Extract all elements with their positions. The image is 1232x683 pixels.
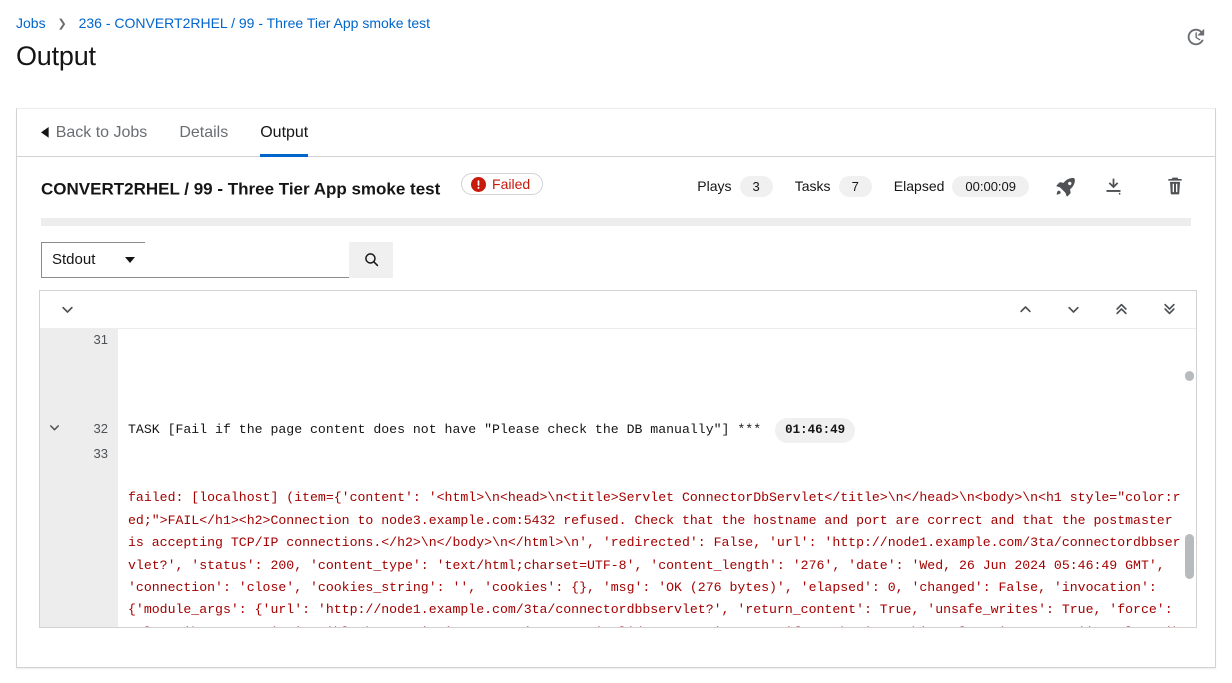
log-line-number: 32	[70, 418, 118, 443]
stat-plays-label: Plays	[697, 178, 732, 195]
log-row: 33 failed: [localhost] (item={'content':…	[40, 442, 1196, 627]
log-line-number: 33	[70, 442, 118, 627]
scroll-first-button[interactable]	[1108, 297, 1134, 321]
job-output-card: ◀ Back to Jobs Details Output CONVERT2RH…	[16, 108, 1216, 668]
stat-elapsed-value: 00:00:09	[952, 175, 1029, 197]
status-badge: Failed	[461, 173, 544, 195]
stat-elapsed: Elapsed 00:00:09	[893, 175, 1029, 197]
rocket-icon	[1056, 177, 1075, 197]
output-log-panel: 31 32 TASK [Fail if the page content doe…	[39, 289, 1197, 628]
log-line-number: 31	[70, 328, 118, 419]
log-line-text: failed: [localhost] (item={'content': '<…	[118, 443, 1196, 626]
job-progress-fill	[41, 217, 1191, 226]
chevron-down-icon	[50, 425, 60, 431]
output-log-toolbar	[40, 290, 1196, 329]
delete-job-button[interactable]	[1163, 174, 1187, 198]
page-title: Output	[16, 41, 96, 71]
job-summary-row: CONVERT2RHEL / 99 - Three Tier App smoke…	[17, 157, 1215, 212]
log-row: 32 TASK [Fail if the page content does n…	[40, 418, 1196, 443]
job-stats: Plays 3 Tasks 7 Elapsed 00:00:09	[675, 174, 1191, 198]
log-line-text	[118, 329, 1196, 419]
chevron-down-icon	[125, 256, 135, 263]
output-log-body[interactable]: 31 32 TASK [Fail if the page content doe…	[40, 328, 1196, 627]
scroll-previous-button[interactable]	[1012, 297, 1038, 321]
log-row-toggle[interactable]	[40, 418, 71, 443]
stat-elapsed-label: Elapsed	[893, 178, 945, 195]
expand-all-button[interactable]	[54, 297, 80, 321]
tab-bar: ◀ Back to Jobs Details Output	[17, 109, 1215, 157]
tab-back-to-jobs-label: Back to Jobs	[55, 123, 148, 141]
chevron-down-icon	[1067, 306, 1079, 313]
output-filter-select-value: Stdout	[52, 251, 96, 268]
stat-plays: Plays 3	[697, 175, 773, 197]
download-icon	[1106, 178, 1120, 195]
stat-tasks: Tasks 7	[794, 175, 872, 197]
scroll-next-button[interactable]	[1060, 297, 1086, 321]
stat-tasks-value: 7	[838, 175, 872, 197]
breadcrumb-item-jobs[interactable]: Jobs	[16, 15, 46, 31]
log-line-timestamp: 01:46:49	[775, 418, 856, 443]
log-row-toggle[interactable]	[40, 442, 71, 627]
search-input[interactable]	[145, 241, 349, 278]
log-scrollbar-thumb[interactable]	[1185, 533, 1194, 579]
page-header: Jobs ❯ 236 - CONVERT2RHEL / 99 - Three T…	[0, 0, 1232, 73]
log-scrollbar-thumb-top[interactable]	[1185, 370, 1194, 381]
output-log-table: 31 32 TASK [Fail if the page content doe…	[40, 328, 1196, 627]
job-title: CONVERT2RHEL / 99 - Three Tier App smoke…	[41, 179, 441, 199]
relaunch-job-button[interactable]	[1053, 174, 1077, 198]
search-icon	[364, 253, 378, 267]
log-line-content: TASK [Fail if the page content does not …	[128, 422, 762, 438]
tab-back-to-jobs[interactable]: ◀ Back to Jobs	[25, 109, 163, 156]
error-circle-icon	[471, 176, 487, 192]
download-output-button[interactable]	[1101, 174, 1125, 198]
breadcrumb-separator-icon: ❯	[57, 18, 67, 30]
job-progress-bar	[41, 217, 1191, 226]
output-search-bar: Stdout	[17, 226, 1215, 278]
log-line-content: failed: [localhost] (item={'content': '<…	[128, 490, 1181, 626]
output-log-nav	[1012, 297, 1182, 321]
status-badge-label: Failed	[492, 176, 531, 192]
double-chevron-up-icon	[1115, 303, 1127, 315]
search-button[interactable]	[349, 241, 393, 278]
stat-plays-value: 3	[739, 175, 773, 197]
chevron-up-icon	[1019, 305, 1031, 312]
chevron-left-icon: ◀	[41, 124, 49, 141]
log-row: 31	[40, 328, 1196, 419]
trash-icon	[1168, 177, 1182, 195]
output-filter-select[interactable]: Stdout	[41, 241, 145, 278]
history-icon[interactable]	[1184, 26, 1206, 48]
log-line-text: TASK [Fail if the page content does not …	[118, 418, 1196, 443]
breadcrumb: Jobs ❯ 236 - CONVERT2RHEL / 99 - Three T…	[16, 14, 1216, 33]
log-row-toggle[interactable]	[40, 328, 71, 419]
tab-details[interactable]: Details	[163, 109, 244, 156]
stat-tasks-label: Tasks	[794, 178, 831, 195]
tab-output[interactable]: Output	[244, 109, 324, 157]
breadcrumb-item-job[interactable]: 236 - CONVERT2RHEL / 99 - Three Tier App…	[79, 15, 430, 31]
double-chevron-down-icon	[1163, 303, 1175, 315]
output-log-rows: 31 32 TASK [Fail if the page content doe…	[40, 328, 1196, 627]
chevron-down-icon	[61, 306, 73, 313]
tab-output-label: Output	[260, 123, 309, 141]
job-title-group: CONVERT2RHEL / 99 - Three Tier App smoke…	[41, 173, 544, 200]
scroll-last-button[interactable]	[1156, 297, 1182, 321]
tab-details-label: Details	[179, 123, 229, 141]
